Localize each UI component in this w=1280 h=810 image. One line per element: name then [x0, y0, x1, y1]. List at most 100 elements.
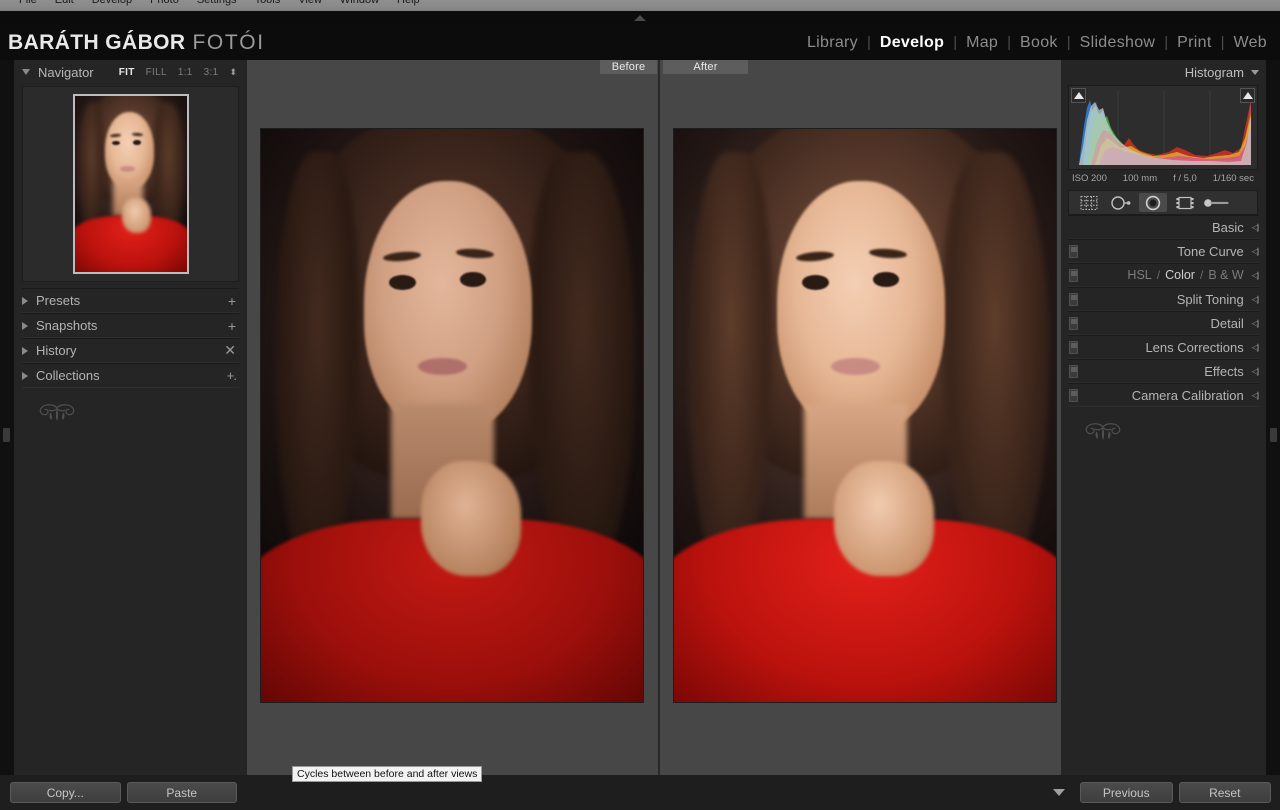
menu-item-settings[interactable]: Settings	[188, 0, 246, 11]
section-collapse-icon[interactable]: ◁|	[1252, 390, 1259, 401]
hsl-separator: /	[1156, 268, 1161, 282]
panel-section-collections[interactable]: Collections +.	[22, 363, 239, 388]
panel-section-action[interactable]: ✕	[224, 342, 239, 359]
reset-button[interactable]: Reset	[1178, 782, 1271, 803]
develop-section-label: Camera Calibration	[1131, 387, 1244, 403]
decorative-flourish	[39, 404, 75, 422]
hsl-tab-color[interactable]: Color	[1165, 268, 1195, 282]
module-library[interactable]: Library	[798, 34, 867, 52]
navigator-zoom-1-1[interactable]: 1:1	[178, 67, 193, 78]
filmstrip-toggle[interactable]	[1047, 775, 1071, 810]
histogram-header[interactable]: Histogram	[1068, 63, 1259, 81]
develop-section-split-toning[interactable]: Split Toning ◁|	[1068, 287, 1259, 311]
develop-section-lens-corrections[interactable]: Lens Corrections ◁|	[1068, 335, 1259, 359]
right-panel-edge-toggle[interactable]	[1266, 60, 1280, 775]
develop-section-label: Basic	[1211, 219, 1244, 235]
navigator-zoom-stepper[interactable]: ⬍	[229, 68, 237, 77]
section-collapse-icon[interactable]: ◁|	[1252, 318, 1259, 329]
previous-reset-bar: Previous Reset	[1071, 775, 1280, 810]
navigator-zoom-levels: FIT FILL 1:1 3:1 ⬍	[119, 67, 239, 78]
brush-icon	[1204, 198, 1229, 207]
chevron-down-icon	[1053, 789, 1065, 796]
section-enable-switch[interactable]	[1069, 340, 1078, 354]
identity-plate[interactable]: BARÁTH GÁBOR FOTÓI	[0, 31, 265, 55]
paste-settings-button[interactable]: Paste	[126, 782, 237, 803]
menu-item-develop[interactable]: Develop	[83, 0, 141, 11]
develop-section-hsl-color-b-w[interactable]: HSL / Color / B & W ◁|	[1068, 263, 1259, 287]
module-map[interactable]: Map	[957, 34, 1007, 52]
panel-section-action[interactable]: +	[228, 318, 239, 334]
chevron-right-icon	[22, 346, 28, 355]
spot-removal-tool[interactable]	[1107, 193, 1135, 212]
panel-section-label: Presets	[36, 293, 81, 308]
section-collapse-icon[interactable]: ◁|	[1252, 294, 1259, 305]
module-develop[interactable]: Develop	[871, 34, 953, 52]
graduated-filter-tool[interactable]	[1171, 193, 1199, 212]
panel-section-snapshots[interactable]: Snapshots +	[22, 313, 239, 338]
panel-section-label: Collections	[36, 368, 100, 383]
menu-item-view[interactable]: View	[289, 0, 331, 11]
chevron-down-icon	[22, 69, 30, 75]
panel-section-presets[interactable]: Presets +	[22, 288, 239, 313]
section-enable-switch[interactable]	[1069, 292, 1078, 306]
panel-section-action[interactable]: +.	[227, 368, 239, 383]
panel-section-history[interactable]: History ✕	[22, 338, 239, 363]
menu-item-help[interactable]: Help	[388, 0, 429, 11]
menu-item-edit[interactable]: Edit	[46, 0, 83, 11]
after-pane[interactable]	[659, 60, 1071, 775]
chevron-right-icon	[22, 321, 28, 330]
section-enable-switch[interactable]	[1069, 388, 1078, 402]
identity-plate-sub: FOTÓI	[192, 30, 265, 54]
menu-item-photo[interactable]: Photo	[141, 0, 188, 11]
module-picker: Library | Develop | Map | Book | Slideshow | Print…	[798, 34, 1280, 52]
left-panel-edge-toggle[interactable]	[0, 60, 14, 775]
menu-item-tools[interactable]: Tools	[246, 0, 290, 11]
develop-section-camera-calibration[interactable]: Camera Calibration ◁|	[1068, 383, 1259, 407]
menu-item-window[interactable]: Window	[331, 0, 388, 11]
navigator-preview[interactable]	[22, 86, 239, 282]
hsl-tab-bw[interactable]: B & W	[1208, 268, 1243, 282]
previous-button[interactable]: Previous	[1080, 782, 1173, 803]
menu-item-file[interactable]: File	[10, 0, 46, 11]
copy-paste-bar: Copy... Paste	[0, 775, 247, 810]
module-web[interactable]: Web	[1224, 34, 1276, 52]
highlight-clipping-indicator[interactable]	[1240, 88, 1255, 103]
spot-removal-icon	[1111, 195, 1131, 210]
copy-settings-button[interactable]: Copy...	[10, 782, 121, 803]
develop-section-label: Lens Corrections	[1145, 339, 1244, 355]
section-enable-switch[interactable]	[1069, 244, 1078, 258]
develop-section-basic[interactable]: Basic ◁|	[1068, 215, 1259, 239]
module-book[interactable]: Book	[1011, 34, 1067, 52]
adjustment-brush-tool[interactable]	[1203, 193, 1231, 212]
section-collapse-icon[interactable]: ◁|	[1252, 342, 1259, 353]
develop-section-effects[interactable]: Effects ◁|	[1068, 359, 1259, 383]
histogram[interactable]	[1068, 85, 1258, 170]
navigator-zoom-3-1[interactable]: 3:1	[204, 67, 219, 78]
right-panel-handle-icon	[1270, 428, 1277, 442]
module-print[interactable]: Print	[1168, 34, 1220, 52]
section-collapse-icon[interactable]: ◁|	[1252, 366, 1259, 377]
before-pane[interactable]	[247, 60, 659, 775]
section-collapse-icon[interactable]: ◁|	[1252, 222, 1259, 233]
os-menu-bar: File Edit Develop Photo Settings Tools View Win…	[0, 0, 1280, 11]
navigator-header[interactable]: Navigator FIT FILL 1:1 3:1 ⬍	[22, 63, 239, 81]
develop-section-detail[interactable]: Detail ◁|	[1068, 311, 1259, 335]
section-collapse-icon[interactable]: ◁|	[1252, 270, 1259, 281]
panel-section-action[interactable]: +	[228, 293, 239, 309]
section-enable-switch[interactable]	[1069, 316, 1078, 330]
module-slideshow[interactable]: Slideshow	[1071, 34, 1165, 52]
navigator-zoom-fit[interactable]: FIT	[119, 67, 135, 78]
develop-section-tone-curve[interactable]: Tone Curve ◁|	[1068, 239, 1259, 263]
triangle-up-icon	[1073, 92, 1084, 99]
section-enable-switch[interactable]	[1069, 364, 1078, 378]
shadow-clipping-indicator[interactable]	[1071, 88, 1086, 103]
section-collapse-icon[interactable]: ◁|	[1252, 246, 1259, 257]
hsl-tab-hsl[interactable]: HSL	[1127, 268, 1151, 282]
top-panel-toggle[interactable]	[632, 13, 648, 23]
red-eye-correction-tool[interactable]	[1139, 193, 1167, 212]
navigator-zoom-fill[interactable]: FILL	[146, 67, 167, 78]
crop-overlay-tool[interactable]	[1075, 193, 1103, 212]
section-enable-switch[interactable]	[1069, 268, 1078, 282]
hsl-color-bw-selector: HSL / Color / B & W	[1127, 268, 1243, 282]
main-body: Navigator FIT FILL 1:1 3:1 ⬍ Presets + S…	[0, 60, 1280, 810]
